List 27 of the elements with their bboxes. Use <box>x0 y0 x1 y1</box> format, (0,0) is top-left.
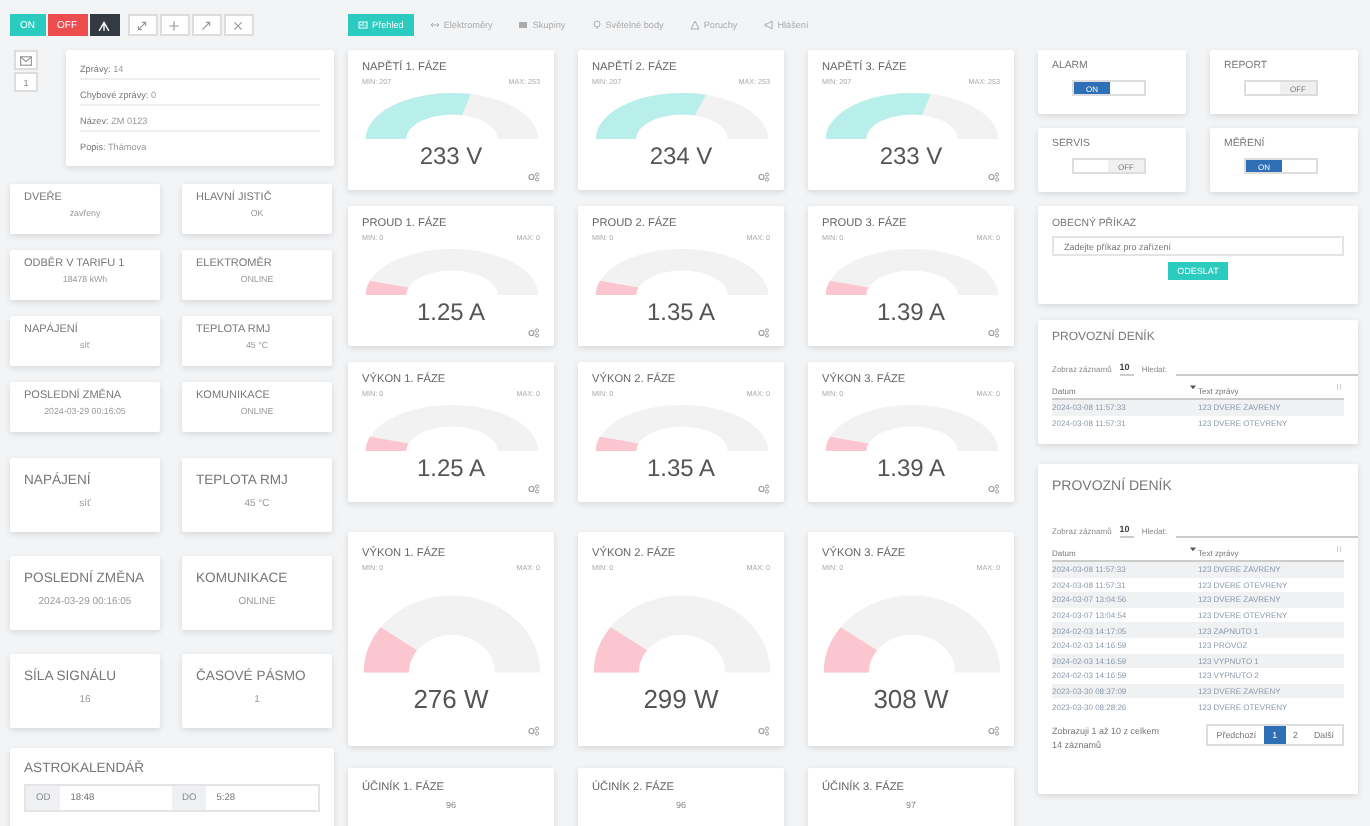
tool-button[interactable] <box>89 14 119 36</box>
arrows-icon <box>429 20 440 30</box>
gauge-value: 1.35 A <box>644 298 718 326</box>
gauge-value: 308 W <box>871 686 951 714</box>
gauge-value: 1.25 A <box>414 454 488 482</box>
grid-icon <box>518 20 529 30</box>
gauge-value: 234 V <box>647 142 715 170</box>
cross-icon <box>232 19 244 31</box>
gauge-value: 1.35 A <box>644 454 718 482</box>
gauge-value: 1.39 A <box>874 298 948 326</box>
expand-icon <box>136 19 148 31</box>
bulb-icon <box>591 20 602 30</box>
arrow-icon <box>200 19 212 31</box>
sort-icon <box>1190 546 1196 552</box>
chart-icon <box>358 20 368 30</box>
mail-button[interactable] <box>14 50 38 70</box>
gauge-value: 276 W <box>411 686 491 714</box>
gauge-value: 1.25 A <box>414 298 488 326</box>
gauge-value: 299 W <box>641 686 721 714</box>
gauge-value: 233 V <box>417 142 485 170</box>
gauge-value: 1.39 A <box>874 454 948 482</box>
sort-icon <box>1190 384 1196 390</box>
megaphone-icon <box>763 20 774 30</box>
gauge-value: 233 V <box>877 142 945 170</box>
envelope-icon <box>20 55 32 65</box>
plus-icon <box>168 19 180 31</box>
warning-icon <box>689 20 700 30</box>
